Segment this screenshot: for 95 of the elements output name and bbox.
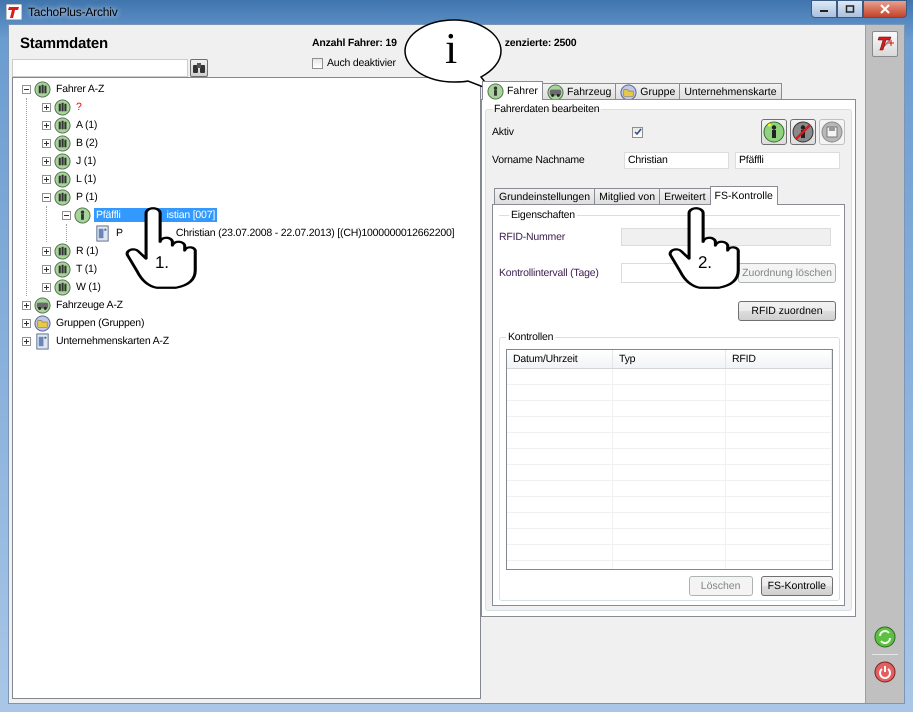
power-icon[interactable] (874, 661, 896, 683)
collapse-toggle-icon[interactable] (62, 210, 71, 220)
remove-person-button[interactable] (790, 119, 816, 145)
folder-icon (34, 314, 51, 332)
app-logo-icon (6, 4, 22, 20)
checkbox[interactable] (632, 126, 643, 138)
driver-group-icon (54, 278, 71, 296)
expand-toggle-icon[interactable] (42, 174, 51, 184)
expand-toggle-icon[interactable] (42, 156, 51, 166)
tree-item-label[interactable]: Christian (23.07.2008 - 22.07.2013) [(CH)1000000012662200] (174, 226, 456, 240)
expand-toggle-icon[interactable] (42, 120, 51, 130)
checkbox[interactable] (312, 58, 323, 68)
expand-toggle-icon[interactable] (42, 282, 51, 292)
expand-toggle-icon[interactable] (42, 264, 51, 274)
tree-item-label[interactable]: P (1) (74, 190, 100, 204)
step-number: 2. (698, 253, 712, 273)
driver-group-icon (54, 98, 71, 116)
tab[interactable]: Grundeinstellungen (494, 188, 596, 205)
expand-toggle-icon[interactable] (22, 336, 31, 346)
tree-item-label[interactable]: Unternehmenskarten A-Z (54, 334, 171, 348)
field-label: Vorname Nachname (492, 154, 586, 166)
tab[interactable]: Mitglied von (594, 188, 660, 205)
add-person-icon (763, 121, 785, 143)
driver-group-icon (54, 170, 71, 188)
tab[interactable]: Erweitert (659, 188, 711, 205)
maximize-button[interactable] (837, 0, 863, 18)
collapse-toggle-icon[interactable] (42, 192, 51, 202)
column-header[interactable]: Typ (613, 350, 726, 368)
expand-toggle-icon[interactable] (42, 246, 51, 256)
tree-item-label[interactable]: Gruppen (Gruppen) (54, 316, 146, 330)
window-title: TachoPlus-Archiv (28, 5, 118, 19)
driver-group-icon (54, 116, 71, 134)
app-logo-button[interactable] (872, 31, 898, 57)
collapse-toggle-icon[interactable] (22, 84, 31, 94)
driver-group-icon (54, 134, 71, 152)
vehicle-icon (34, 296, 51, 314)
tree-item-label[interactable]: W (1) (74, 280, 103, 294)
search-button[interactable] (190, 59, 208, 77)
close-icon (880, 4, 890, 14)
tab[interactable]: Fahrzeug (542, 83, 616, 100)
tree-item-label[interactable]: T (1) (74, 262, 99, 276)
tree-item-label[interactable]: J (1) (74, 154, 98, 168)
minimize-button[interactable] (811, 0, 837, 18)
tree-item-label[interactable]: P (114, 226, 125, 240)
save-icon (821, 121, 843, 143)
driver-group-icon (54, 242, 71, 260)
hand-pointer-icon (668, 207, 740, 289)
binoculars-icon (192, 62, 206, 74)
assign-rfid-button[interactable]: RFID zuordnen (738, 301, 836, 321)
section-title: Stammdaten (19, 34, 110, 53)
driver-group-icon (34, 80, 51, 98)
sync-icon[interactable] (874, 626, 896, 648)
maximize-icon (845, 5, 855, 13)
tree-item-label[interactable]: R (1) (74, 244, 100, 258)
expand-toggle-icon[interactable] (42, 102, 51, 112)
tree-item-label[interactable]: L (1) (74, 172, 98, 186)
group-title: Eigenschaften (510, 209, 576, 221)
step-number: 1. (155, 253, 169, 273)
driver-count: Anzahl Fahrer: 19 (312, 37, 397, 49)
checkbox-label: Auch deaktivier (327, 57, 396, 69)
group-title: Kontrollen (507, 331, 554, 343)
fs-control-button[interactable]: FS-Kontrolle (760, 576, 833, 596)
tab[interactable]: Fahrer (482, 81, 543, 100)
field-label: Kontrollintervall (Tage) (499, 267, 600, 279)
expand-toggle-icon[interactable] (42, 138, 51, 148)
tree-item-label[interactable]: A (1) (74, 118, 100, 132)
add-person-button[interactable] (761, 119, 787, 145)
column-header[interactable]: Datum/Uhrzeit (507, 350, 613, 368)
expand-toggle-icon[interactable] (22, 300, 31, 310)
field-label: RFID-Nummer (499, 231, 566, 243)
tree-item-label[interactable]: ? (74, 100, 84, 114)
expand-toggle-icon[interactable] (22, 318, 31, 328)
info-letter: i (444, 24, 458, 74)
last-name-field[interactable]: Pfäffli (735, 152, 840, 168)
person-icon (487, 82, 504, 100)
search-field[interactable] (12, 59, 188, 77)
driver-group-icon (54, 260, 71, 278)
first-name-field[interactable]: Christian (624, 152, 729, 168)
card-icon (94, 224, 111, 242)
field-label: Aktiv (492, 126, 515, 138)
driver-group-icon (54, 188, 71, 206)
remove-person-icon (792, 121, 814, 143)
tab[interactable]: Unternehmenskarte (679, 83, 782, 100)
group-title: Fahrerdaten bearbeiten (493, 103, 600, 115)
license-count: zenzierte: 2500 (504, 37, 576, 49)
tree-item-label[interactable]: Fahrer A-Z (54, 82, 106, 96)
column-header[interactable]: RFID (726, 350, 832, 368)
tab[interactable]: FS-Kontrolle (710, 186, 778, 205)
tree-item-label[interactable]: Fahrzeuge A-Z (54, 298, 125, 312)
card-icon (34, 332, 51, 350)
tree-item-label[interactable]: B (2) (74, 136, 100, 150)
tab[interactable]: Gruppe (615, 83, 680, 100)
driver-group-icon (54, 152, 71, 170)
close-button[interactable] (863, 0, 907, 18)
person-icon (74, 206, 91, 224)
